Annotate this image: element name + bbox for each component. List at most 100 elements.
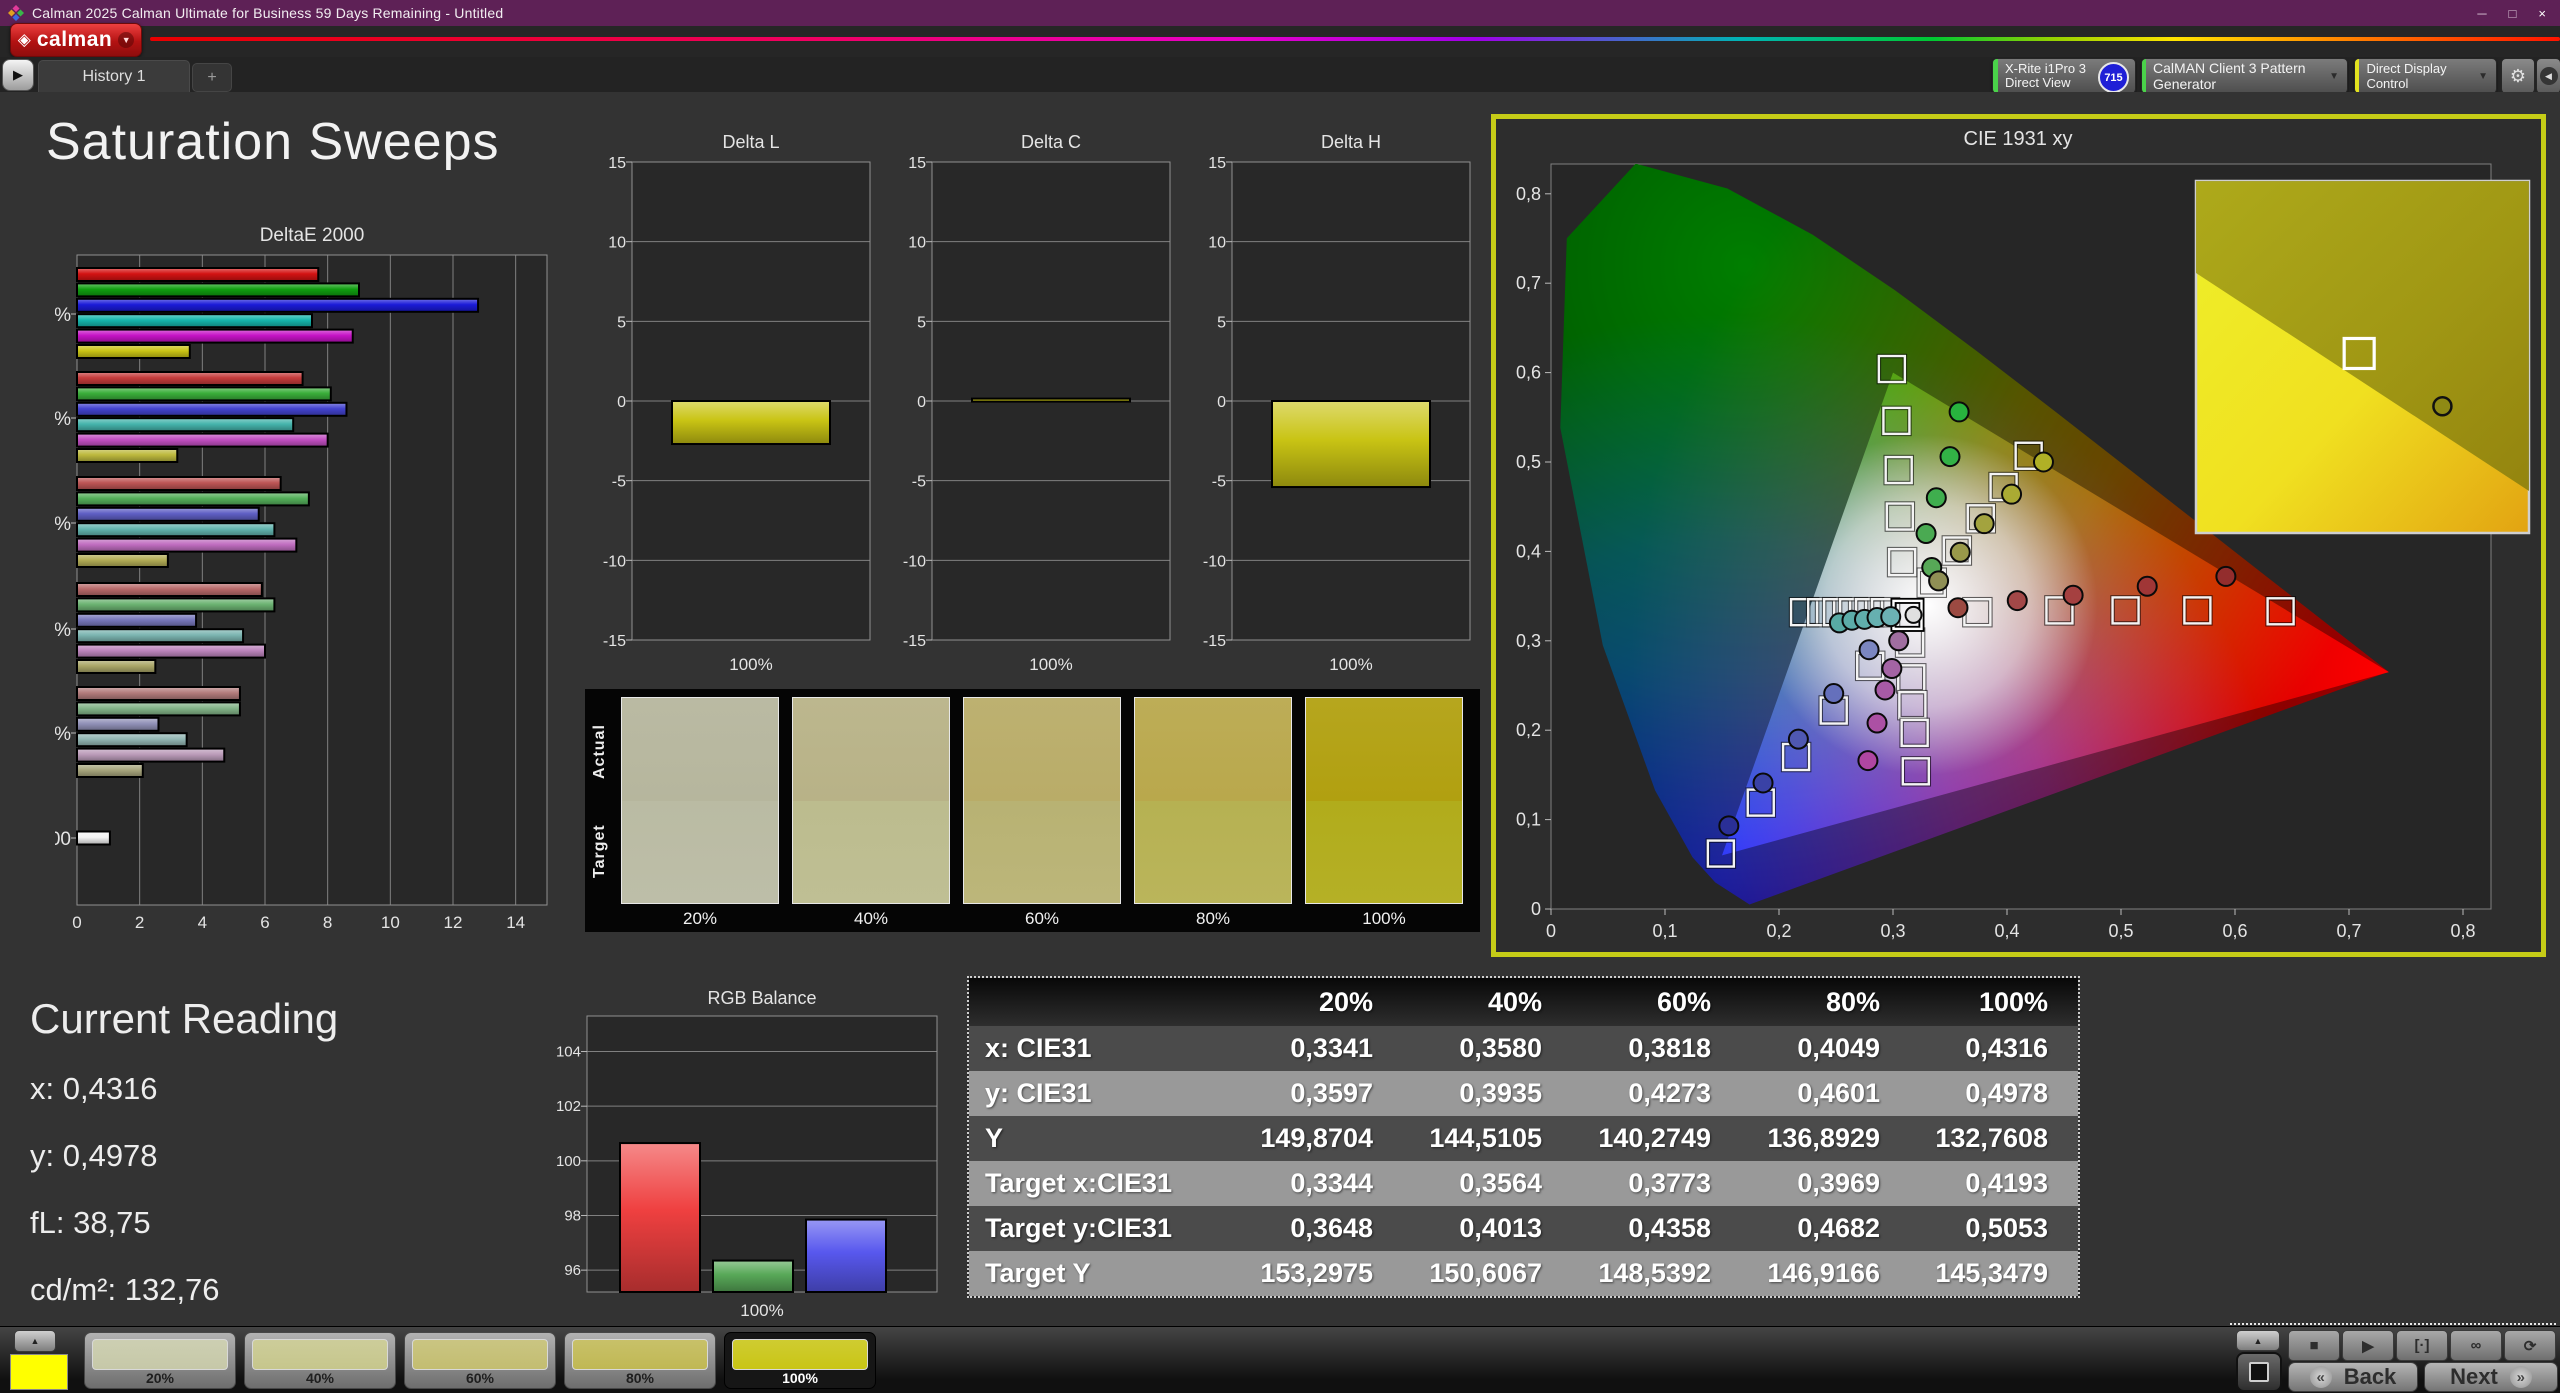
pattern-swatch-100%[interactable]: 100% [724, 1332, 876, 1389]
actual-swatch-100% [1306, 698, 1462, 801]
svg-text:14: 14 [506, 913, 525, 932]
pattern-generator-dropdown[interactable]: CalMAN Client 3 Pattern Generator ▼ [2141, 58, 2348, 94]
svg-text:0,8: 0,8 [1516, 184, 1541, 204]
pattern-swatch-label: 80% [625, 1370, 655, 1386]
svg-text:-10: -10 [603, 553, 626, 570]
table-row: Target y:CIE31 0,3648 0,4013 0,4358 0,4682 0,… [969, 1206, 2078, 1251]
reading-fl: fL: 38,75 [30, 1205, 151, 1240]
svg-text:-5: -5 [1212, 474, 1226, 491]
table-cell: 146,9166 [1741, 1251, 1910, 1296]
table-cell: 150,6067 [1403, 1251, 1572, 1296]
target-swatch-80% [1135, 800, 1291, 903]
pattern-swatch-80%[interactable]: 80% [564, 1332, 716, 1389]
calman-app-icon [8, 5, 24, 21]
add-tab-button[interactable]: + [192, 63, 232, 92]
deltae-2000-chart[interactable]: DeltaE 2000 0 2 4 6 8 10 12 14 100% 80% 60% 40% 20% 10… [55, 225, 570, 940]
stop-square-icon [2249, 1362, 2269, 1382]
settings-button[interactable]: ⚙ [2501, 58, 2535, 94]
reading-x: x: 0,4316 [30, 1071, 158, 1106]
svg-text:100%: 100% [1029, 655, 1072, 674]
stop-icon: ■ [2309, 1337, 2319, 1354]
pattern-swatch-label: 100% [782, 1370, 818, 1386]
calman-logo-button[interactable]: ◈ calman ▼ [10, 23, 142, 57]
continuous-measure-icon: ∞ [2470, 1337, 2482, 1354]
pattern-swatch-color [412, 1339, 548, 1370]
nav-options-button[interactable]: ▲ [2236, 1330, 2280, 1351]
delta-l-chart[interactable]: Delta L 15 10 5 0 -5 -10 -15 100% [580, 132, 885, 682]
stop-button[interactable]: ■ [2288, 1330, 2340, 1361]
swatch-column-20%: 20% [621, 697, 779, 929]
pattern-swatch-color [252, 1339, 388, 1370]
svg-text:-10: -10 [1203, 553, 1226, 570]
gear-icon: ⚙ [2509, 65, 2527, 86]
window-title: Calman 2025 Calman Ultimate for Business… [32, 5, 504, 21]
play-button[interactable]: ▶ [2342, 1330, 2394, 1361]
svg-text:Delta H: Delta H [1321, 132, 1381, 152]
measurement-table: 20% 40% 60% 80% 100% x: CIE31 0,3341 0,3580 0,38… [969, 978, 2078, 1296]
svg-text:0,6: 0,6 [1516, 363, 1541, 383]
svg-text:0,2: 0,2 [1766, 921, 1791, 941]
swatch-column-label: 60% [1024, 909, 1060, 928]
close-icon[interactable]: × [2538, 6, 2546, 21]
table-row: Target Y 153,2975 150,6067 148,5392 146,9166… [969, 1251, 2078, 1296]
refresh-button[interactable]: ⟳ [2504, 1330, 2556, 1361]
meter-dropdown[interactable]: X-Rite i1Pro 3 Direct View 715 [1992, 58, 2136, 94]
table-header-cell: 40% [1403, 978, 1572, 1026]
measurement-table-panel: 20% 40% 60% 80% 100% x: CIE31 0,3341 0,3580 0,38… [967, 976, 2080, 1298]
svg-text:96: 96 [564, 1262, 581, 1279]
display-control-name: Direct Display Control [2366, 61, 2447, 91]
display-control-dropdown[interactable]: Direct Display Control ▼ [2354, 58, 2497, 94]
table-cell: 136,8929 [1741, 1116, 1910, 1161]
single-measure-button[interactable]: [·] [2396, 1330, 2448, 1361]
svg-text:0,3: 0,3 [1516, 631, 1541, 651]
delta-h-chart[interactable]: Delta H 15 10 5 0 -5 -10 -15 100% [1180, 132, 1485, 682]
svg-text:98: 98 [564, 1207, 581, 1224]
pattern-swatch-label: 20% [145, 1370, 175, 1386]
reading-y: y: 0,4978 [30, 1138, 158, 1173]
expand-sidebar-button[interactable]: ▶ [2, 59, 34, 91]
table-cell: 145,3479 [1910, 1251, 2078, 1296]
table-cell: 0,3341 [1234, 1026, 1403, 1071]
svg-text:80%: 80% [55, 409, 71, 430]
chevron-up-icon: ▲ [30, 1336, 40, 1346]
tab-history-1[interactable]: History 1 [38, 60, 190, 93]
pattern-swatch-40%[interactable]: 40% [244, 1332, 396, 1389]
refresh-icon: ⟳ [2523, 1337, 2537, 1355]
svg-text:0,3: 0,3 [1880, 921, 1905, 941]
pattern-swatch-20%[interactable]: 20% [84, 1332, 236, 1389]
rgb-balance-chart[interactable]: RGB Balance 96 98 100 102 104 100% [545, 990, 945, 1320]
pattern-generator-name: CalMAN Client 3 Pattern Generator [2153, 60, 2306, 92]
meter-count-badge[interactable]: 715 [2098, 62, 2129, 93]
svg-text:Delta L: Delta L [722, 132, 779, 152]
table-cell: 148,5392 [1572, 1251, 1741, 1296]
pattern-options-button[interactable]: ▲ [14, 1330, 56, 1352]
table-cell: 0,3344 [1234, 1161, 1403, 1206]
pattern-swatch-60%[interactable]: 60% [404, 1332, 556, 1389]
svg-text:60%: 60% [55, 514, 71, 535]
table-cell: 0,4682 [1741, 1206, 1910, 1251]
table-cell: 0,4601 [1741, 1071, 1910, 1116]
stop-pattern-button[interactable] [2236, 1352, 2282, 1392]
minimize-icon[interactable]: ─ [2477, 6, 2486, 21]
svg-text:100%: 100% [1329, 655, 1372, 674]
nav-divider [2230, 1323, 2556, 1325]
reading-cdm2: cd/m²: 132,76 [30, 1272, 220, 1307]
delta-c-chart[interactable]: Delta C 15 10 5 0 -5 -10 -15 100% [880, 132, 1185, 682]
collapse-panel-button[interactable]: ◀ [2536, 58, 2560, 94]
table-row-label: y: CIE31 [969, 1071, 1234, 1116]
next-button[interactable]: Next » [2424, 1362, 2558, 1392]
svg-text:CIE 1931 xy: CIE 1931 xy [1964, 128, 2073, 150]
table-cell: 0,4273 [1572, 1071, 1741, 1116]
bottom-bar: ▲ 20% 40% 60% 80% 100% ▲ ■ ▶ [·] ∞ ⟳ « Back Next… [0, 1323, 2560, 1393]
swatch-row-label-actual: Actual [591, 724, 608, 780]
page-title: Saturation Sweeps [46, 113, 500, 171]
cie-1931-panel[interactable]: CIE 1931 xy 0 0,1 0,2 0,3 0,4 0,5 0,6 0,7 0,8 0 0,1… [1491, 114, 2546, 957]
menu-bar: ◈ calman ▼ [0, 23, 2560, 57]
table-cell: 144,5105 [1403, 1116, 1572, 1161]
svg-text:15: 15 [608, 155, 626, 172]
maximize-icon[interactable]: □ [2509, 6, 2517, 21]
svg-text:0: 0 [1546, 921, 1556, 941]
back-button[interactable]: « Back [2288, 1362, 2418, 1392]
svg-text:0: 0 [72, 913, 81, 932]
continuous-measure-button[interactable]: ∞ [2450, 1330, 2502, 1361]
